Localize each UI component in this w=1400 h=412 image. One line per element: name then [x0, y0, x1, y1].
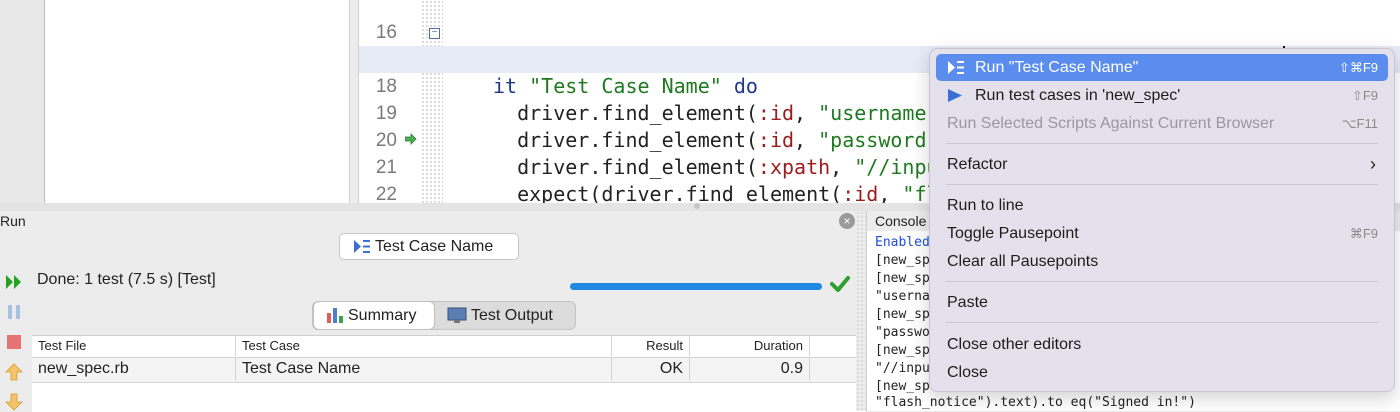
- cell-result: OK: [612, 357, 690, 381]
- vertical-splitter[interactable]: [856, 211, 866, 411]
- tab-summary[interactable]: Summary: [313, 301, 435, 330]
- code-line[interactable]: 16: [359, 0, 1400, 43]
- console-line: [new_sp: [875, 379, 930, 394]
- cell-test-case: Test Case Name: [236, 357, 612, 381]
- fold-collapse-icon[interactable]: −: [429, 28, 440, 39]
- chevron-right-icon: ›: [1370, 154, 1376, 174]
- column-header[interactable]: Test Case: [236, 336, 612, 356]
- menu-item-run-to-line[interactable]: Run to line: [936, 192, 1388, 219]
- menu-item-close[interactable]: Close: [936, 359, 1388, 386]
- menu-item-shortcut: ⌘F9: [1349, 226, 1378, 241]
- results-table: Test File Test Case Result Duration new_…: [32, 335, 866, 412]
- menu-item-close-other-editors[interactable]: Close other editors: [936, 331, 1388, 358]
- success-check-icon: [830, 276, 850, 292]
- menu-item-label: Run "Test Case Name": [975, 59, 1139, 76]
- menu-separator: [946, 184, 1378, 185]
- console-line: "passwo: [875, 325, 930, 340]
- run-toolbar: [0, 269, 30, 411]
- menu-separator: [946, 143, 1378, 144]
- rerun-icon[interactable]: [5, 273, 23, 291]
- column-header[interactable]: Duration: [690, 336, 810, 356]
- cell-test-file: new_spec.rb: [32, 357, 236, 381]
- menu-item-label: Paste: [947, 294, 988, 311]
- context-menu: Run "Test Case Name" ⇧⌘F9 Run test cases…: [929, 48, 1395, 392]
- menu-item-label: Close: [947, 364, 988, 381]
- run-single-icon: [948, 61, 964, 74]
- console-line: [new_sp: [875, 271, 930, 286]
- cell-duration: 0.9: [690, 357, 810, 381]
- console-line: [new_sp: [875, 307, 930, 322]
- menu-item-label: Run test cases in 'new_spec': [975, 87, 1181, 104]
- run-panel: Run × Test Case Name Done: 1 test (7.5 s…: [0, 211, 866, 412]
- project-tree[interactable]: [44, 0, 350, 203]
- menu-item-label: Refactor: [947, 156, 1008, 173]
- test-name-label: Test Case Name: [375, 238, 494, 255]
- menu-item-toggle-pausepoint[interactable]: Toggle Pausepoint ⌘F9: [936, 220, 1388, 247]
- menu-item-paste[interactable]: Paste: [936, 289, 1388, 316]
- console-line: Enabled: [875, 235, 930, 250]
- tab-test-output[interactable]: Test Output: [443, 302, 573, 329]
- menu-item-shortcut: ⇧F9: [1351, 88, 1378, 103]
- console-line: "userna: [875, 289, 930, 304]
- column-header[interactable]: Result: [612, 336, 690, 356]
- console-line: "flash_notice").text).to eq("Signed in!"…: [875, 395, 1196, 410]
- menu-item-shortcut: ⌥F11: [1341, 116, 1378, 131]
- menu-item-label: Close other editors: [947, 336, 1082, 353]
- console-line: [new_sp: [875, 343, 930, 358]
- run-single-icon: [354, 240, 370, 253]
- column-header[interactable]: Test File: [32, 336, 236, 356]
- arrow-up-icon[interactable]: [5, 363, 23, 381]
- menu-item-label: Toggle Pausepoint: [947, 225, 1079, 242]
- close-icon[interactable]: ×: [839, 213, 855, 229]
- test-name-button[interactable]: Test Case Name: [339, 233, 519, 260]
- play-icon: [948, 89, 962, 102]
- run-panel-title: Run: [0, 213, 26, 229]
- menu-separator: [946, 281, 1378, 282]
- result-tabs: Summary Test Output: [312, 301, 576, 330]
- tab-test-output-label: Test Output: [471, 307, 553, 324]
- menu-item-clear-pausepoints[interactable]: Clear all Pausepoints: [936, 248, 1388, 275]
- run-status-text: Done: 1 test (7.5 s) [Test]: [37, 271, 216, 288]
- current-line-arrow-icon: [405, 133, 417, 145]
- splitter-handle-icon[interactable]: [694, 203, 700, 209]
- menu-item-label: Run to line: [947, 197, 1024, 214]
- menu-item-run-selected-scripts: Run Selected Scripts Against Current Bro…: [936, 110, 1388, 137]
- arrow-down-icon[interactable]: [5, 393, 23, 411]
- monitor-icon: [447, 307, 467, 323]
- console-line: [new_sp: [875, 253, 930, 268]
- menu-item-refactor[interactable]: Refactor ›: [936, 151, 1388, 178]
- menu-separator: [946, 322, 1378, 323]
- code-line[interactable]: 17 it "Test Case Name" do: [359, 19, 1400, 98]
- menu-item-shortcut: ⇧⌘F9: [1338, 60, 1378, 75]
- tab-summary-label: Summary: [348, 307, 417, 324]
- console-line: "//inpu: [875, 361, 930, 376]
- menu-item-label: Clear all Pausepoints: [947, 253, 1099, 270]
- bar-chart-icon: [327, 308, 343, 323]
- menu-item-label: Run Selected Scripts Against Current Bro…: [947, 115, 1275, 132]
- menu-item-run-test-case[interactable]: Run "Test Case Name" ⇧⌘F9: [936, 54, 1388, 81]
- progress-bar: [570, 283, 822, 290]
- pause-icon[interactable]: [5, 303, 23, 321]
- stop-icon[interactable]: [5, 333, 23, 351]
- menu-item-run-spec[interactable]: Run test cases in 'new_spec' ⇧F9: [936, 82, 1388, 109]
